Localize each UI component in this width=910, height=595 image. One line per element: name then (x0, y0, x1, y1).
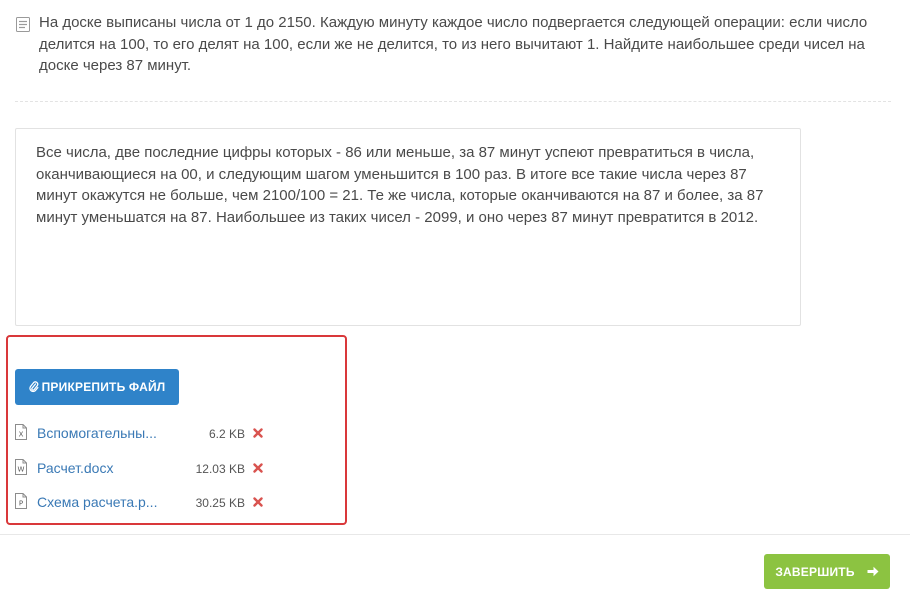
delete-icon[interactable] (253, 497, 263, 507)
svg-text:X: X (19, 431, 24, 439)
attachment-link[interactable]: Расчет.docx (37, 458, 113, 478)
attachments-panel: ПРИКРЕПИТЬ ФАЙЛ X Вспомогательны... 6.2 … (6, 335, 347, 525)
excel-file-icon: X (15, 424, 27, 440)
attachment-item: W Расчет.docx 12.03 KB (15, 458, 265, 478)
attachment-size: 12.03 KB (195, 462, 245, 476)
question-text: На доске выписаны числа от 1 до 2150. Ка… (39, 14, 868, 74)
document-list-icon (16, 17, 30, 32)
attachment-link[interactable]: Схема расчета.р... (37, 492, 157, 512)
attach-file-label: ПРИКРЕПИТЬ ФАЙЛ (41, 380, 166, 394)
attachment-item: P Схема расчета.р... 30.25 KB (15, 492, 265, 512)
finish-button[interactable]: ЗАВЕРШИТЬ (764, 554, 890, 589)
word-file-icon: W (15, 459, 27, 475)
attachment-size: 6.2 KB (208, 427, 245, 441)
attachment-item: X Вспомогательны... 6.2 KB (15, 423, 265, 443)
svg-text:W: W (18, 466, 25, 474)
svg-text:P: P (19, 500, 23, 508)
attachment-size: 30.25 KB (195, 496, 245, 510)
arrow-right-icon (867, 566, 879, 577)
section-divider (15, 101, 891, 102)
attachment-link[interactable]: Вспомогательны... (37, 423, 157, 443)
delete-icon[interactable] (253, 463, 263, 473)
answer-textarea[interactable]: Все числа, две последние цифры которых -… (15, 128, 801, 326)
question-block: На доске выписаны числа от 1 до 2150. Ка… (16, 12, 896, 77)
delete-icon[interactable] (253, 428, 263, 438)
finish-label: ЗАВЕРШИТЬ (775, 564, 855, 579)
powerpoint-file-icon: P (15, 493, 27, 509)
paperclip-icon (28, 381, 39, 393)
attach-file-button[interactable]: ПРИКРЕПИТЬ ФАЙЛ (15, 369, 179, 405)
footer-divider (0, 534, 910, 535)
